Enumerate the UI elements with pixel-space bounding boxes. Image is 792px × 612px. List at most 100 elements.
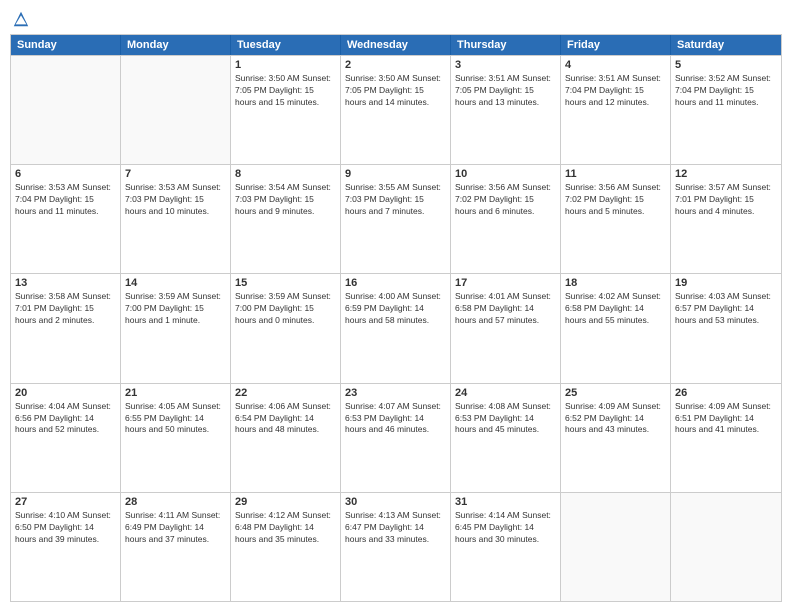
calendar-cell: 27Sunrise: 4:10 AM Sunset: 6:50 PM Dayli… <box>11 493 121 601</box>
day-info: Sunrise: 3:56 AM Sunset: 7:02 PM Dayligh… <box>455 182 556 218</box>
calendar-cell: 30 Sunrise: 4:13 AM Sunset: 6:47 PM Dayli… <box>341 493 451 601</box>
day-number: 24 <box>455 387 556 399</box>
weekday-header: Sunday <box>11 35 121 55</box>
calendar-cell: 15 Sunrise: 3:59 AM Sunset: 7:00 PM Dayli… <box>231 274 341 382</box>
day-number: 31 <box>455 496 556 508</box>
day-info: Sunrise: 4:06 AM Sunset: 6:54 PM Dayligh… <box>235 401 336 437</box>
day-info: Sunrise: 3:52 AM Sunset: 7:04 PM Dayligh… <box>675 73 777 109</box>
day-info: Sunrise: 3:54 AM Sunset: 7:03 PM Dayligh… <box>235 182 336 218</box>
calendar-cell: 29 Sunrise: 4:12 AM Sunset: 6:48 PM Dayli… <box>231 493 341 601</box>
day-info: Sunrise: 3:59 AM Sunset: 7:00 PM Dayligh… <box>125 291 226 327</box>
day-info: Sunrise: 4:02 AM Sunset: 6:58 PM Dayligh… <box>565 291 666 327</box>
weekday-header: Friday <box>561 35 671 55</box>
day-info: Sunrise: 3:56 AM Sunset: 7:02 PM Dayligh… <box>565 182 666 218</box>
day-number: 18 <box>565 277 666 289</box>
day-number: 28 <box>125 496 226 508</box>
calendar-cell: 9 Sunrise: 3:55 AM Sunset: 7:03 PM Daylig… <box>341 165 451 273</box>
calendar-cell: 11 Sunrise: 3:56 AM Sunset: 7:02 PM Dayli… <box>561 165 671 273</box>
day-info: Sunrise: 4:04 AM Sunset: 6:56 PM Dayligh… <box>15 401 116 437</box>
day-number: 30 <box>345 496 446 508</box>
calendar-cell: 10 Sunrise: 3:56 AM Sunset: 7:02 PM Dayli… <box>451 165 561 273</box>
calendar-cell: 7 Sunrise: 3:53 AM Sunset: 7:03 PM Daylig… <box>121 165 231 273</box>
calendar-cell: 4Sunrise: 3:51 AM Sunset: 7:04 PM Daylig… <box>561 56 671 164</box>
calendar-cell: 1 Sunrise: 3:50 AM Sunset: 7:05 PM Daylig… <box>231 56 341 164</box>
calendar-cell: 28 Sunrise: 4:11 AM Sunset: 6:49 PM Dayli… <box>121 493 231 601</box>
day-number: 10 <box>455 168 556 180</box>
calendar-cell: 21 Sunrise: 4:05 AM Sunset: 6:55 PM Dayli… <box>121 384 231 492</box>
day-number: 29 <box>235 496 336 508</box>
day-info: Sunrise: 4:13 AM Sunset: 6:47 PM Dayligh… <box>345 510 446 546</box>
weekday-header: Saturday <box>671 35 781 55</box>
day-info: Sunrise: 3:53 AM Sunset: 7:04 PM Dayligh… <box>15 182 116 218</box>
calendar-cell <box>11 56 121 164</box>
calendar-cell: 14 Sunrise: 3:59 AM Sunset: 7:00 PM Dayli… <box>121 274 231 382</box>
day-number: 3 <box>455 59 556 71</box>
day-number: 2 <box>345 59 446 71</box>
day-number: 27 <box>15 496 116 508</box>
calendar-cell: 23Sunrise: 4:07 AM Sunset: 6:53 PM Dayli… <box>341 384 451 492</box>
weekday-header: Wednesday <box>341 35 451 55</box>
day-number: 15 <box>235 277 336 289</box>
day-info: Sunrise: 4:09 AM Sunset: 6:52 PM Dayligh… <box>565 401 666 437</box>
day-number: 8 <box>235 168 336 180</box>
calendar-cell: 19 Sunrise: 4:03 AM Sunset: 6:57 PM Dayli… <box>671 274 781 382</box>
calendar-cell: 25 Sunrise: 4:09 AM Sunset: 6:52 PM Dayli… <box>561 384 671 492</box>
day-info: Sunrise: 3:59 AM Sunset: 7:00 PM Dayligh… <box>235 291 336 327</box>
day-number: 21 <box>125 387 226 399</box>
calendar-cell: 8 Sunrise: 3:54 AM Sunset: 7:03 PM Daylig… <box>231 165 341 273</box>
day-number: 4 <box>565 59 666 71</box>
day-number: 7 <box>125 168 226 180</box>
day-info: Sunrise: 3:53 AM Sunset: 7:03 PM Dayligh… <box>125 182 226 218</box>
calendar-cell: 18 Sunrise: 4:02 AM Sunset: 6:58 PM Dayli… <box>561 274 671 382</box>
day-info: Sunrise: 4:14 AM Sunset: 6:45 PM Dayligh… <box>455 510 556 546</box>
calendar-cell: 16 Sunrise: 4:00 AM Sunset: 6:59 PM Dayli… <box>341 274 451 382</box>
calendar-cell: 24 Sunrise: 4:08 AM Sunset: 6:53 PM Dayli… <box>451 384 561 492</box>
calendar-cell: 31 Sunrise: 4:14 AM Sunset: 6:45 PM Dayli… <box>451 493 561 601</box>
calendar-cell: 17Sunrise: 4:01 AM Sunset: 6:58 PM Dayli… <box>451 274 561 382</box>
day-number: 6 <box>15 168 116 180</box>
day-number: 11 <box>565 168 666 180</box>
day-info: Sunrise: 4:09 AM Sunset: 6:51 PM Dayligh… <box>675 401 777 437</box>
day-number: 14 <box>125 277 226 289</box>
calendar-cell: 20 Sunrise: 4:04 AM Sunset: 6:56 PM Dayli… <box>11 384 121 492</box>
calendar-cell: 26 Sunrise: 4:09 AM Sunset: 6:51 PM Dayli… <box>671 384 781 492</box>
calendar: SundayMondayTuesdayWednesdayThursdayFrid… <box>10 34 782 602</box>
weekday-header: Monday <box>121 35 231 55</box>
day-number: 12 <box>675 168 777 180</box>
weekday-header: Tuesday <box>231 35 341 55</box>
calendar-cell <box>121 56 231 164</box>
calendar-body: 1 Sunrise: 3:50 AM Sunset: 7:05 PM Daylig… <box>11 55 781 601</box>
day-info: Sunrise: 4:08 AM Sunset: 6:53 PM Dayligh… <box>455 401 556 437</box>
calendar-row: 6 Sunrise: 3:53 AM Sunset: 7:04 PM Daylig… <box>11 164 781 273</box>
day-number: 20 <box>15 387 116 399</box>
day-info: Sunrise: 4:12 AM Sunset: 6:48 PM Dayligh… <box>235 510 336 546</box>
calendar-row: 27Sunrise: 4:10 AM Sunset: 6:50 PM Dayli… <box>11 492 781 601</box>
day-number: 1 <box>235 59 336 71</box>
calendar-cell: 22 Sunrise: 4:06 AM Sunset: 6:54 PM Dayli… <box>231 384 341 492</box>
day-info: Sunrise: 4:03 AM Sunset: 6:57 PM Dayligh… <box>675 291 777 327</box>
day-number: 19 <box>675 277 777 289</box>
day-info: Sunrise: 4:00 AM Sunset: 6:59 PM Dayligh… <box>345 291 446 327</box>
page: SundayMondayTuesdayWednesdayThursdayFrid… <box>0 0 792 612</box>
day-number: 22 <box>235 387 336 399</box>
calendar-row: 13Sunrise: 3:58 AM Sunset: 7:01 PM Dayli… <box>11 273 781 382</box>
day-number: 25 <box>565 387 666 399</box>
calendar-cell: 13Sunrise: 3:58 AM Sunset: 7:01 PM Dayli… <box>11 274 121 382</box>
day-info: Sunrise: 3:55 AM Sunset: 7:03 PM Dayligh… <box>345 182 446 218</box>
day-number: 9 <box>345 168 446 180</box>
calendar-cell: 2 Sunrise: 3:50 AM Sunset: 7:05 PM Daylig… <box>341 56 451 164</box>
weekday-header: Thursday <box>451 35 561 55</box>
day-info: Sunrise: 4:01 AM Sunset: 6:58 PM Dayligh… <box>455 291 556 327</box>
day-info: Sunrise: 4:07 AM Sunset: 6:53 PM Dayligh… <box>345 401 446 437</box>
day-number: 5 <box>675 59 777 71</box>
day-info: Sunrise: 4:11 AM Sunset: 6:49 PM Dayligh… <box>125 510 226 546</box>
day-info: Sunrise: 3:50 AM Sunset: 7:05 PM Dayligh… <box>235 73 336 109</box>
calendar-cell: 3 Sunrise: 3:51 AM Sunset: 7:05 PM Daylig… <box>451 56 561 164</box>
calendar-cell: 5 Sunrise: 3:52 AM Sunset: 7:04 PM Daylig… <box>671 56 781 164</box>
day-info: Sunrise: 3:51 AM Sunset: 7:05 PM Dayligh… <box>455 73 556 109</box>
calendar-row: 20 Sunrise: 4:04 AM Sunset: 6:56 PM Dayli… <box>11 383 781 492</box>
day-number: 26 <box>675 387 777 399</box>
day-number: 16 <box>345 277 446 289</box>
day-info: Sunrise: 4:05 AM Sunset: 6:55 PM Dayligh… <box>125 401 226 437</box>
day-info: Sunrise: 3:50 AM Sunset: 7:05 PM Dayligh… <box>345 73 446 109</box>
